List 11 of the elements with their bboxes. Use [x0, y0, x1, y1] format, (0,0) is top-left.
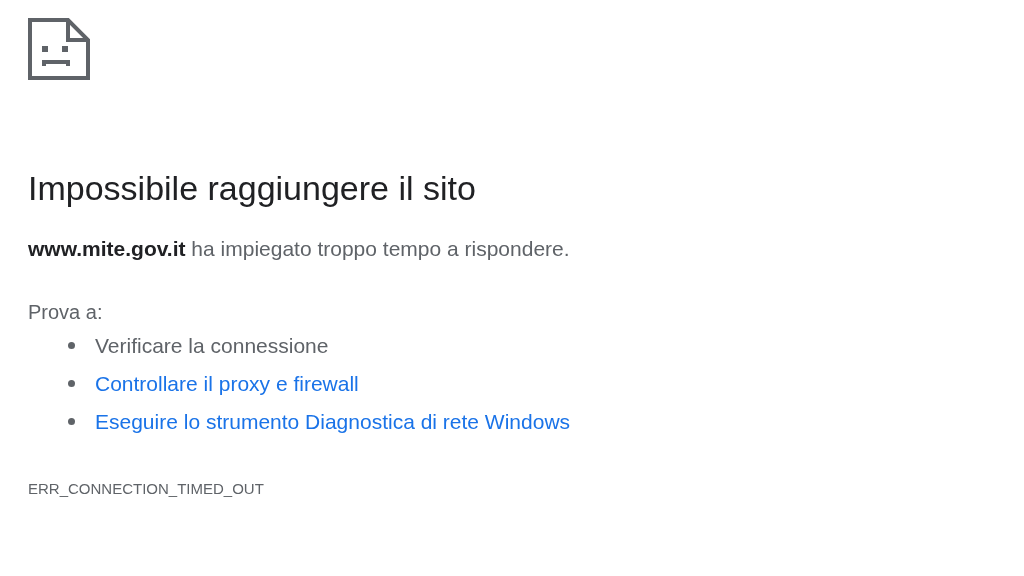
bullet-dot [68, 380, 75, 388]
error-title: Impossibile raggiungere il sito [28, 168, 477, 209]
bullet-dot [68, 418, 75, 426]
suggestion-text: Verificare la connessione [95, 333, 329, 358]
bullet-dot [68, 342, 75, 350]
sad-page-icon [28, 18, 90, 80]
error-code: ERR_CONNECTION_TIMED_OUT [28, 479, 265, 497]
suggestion-link[interactable]: Eseguire lo strumento Diagnostica di rete Windows [95, 409, 571, 434]
error-message: www.mite.gov.it ha impiegato troppo tempo a rispondere. [28, 236, 571, 261]
suggestion-link[interactable]: Controllare il proxy e firewall [95, 371, 359, 396]
suggestions-label: Prova a: [28, 300, 104, 324]
